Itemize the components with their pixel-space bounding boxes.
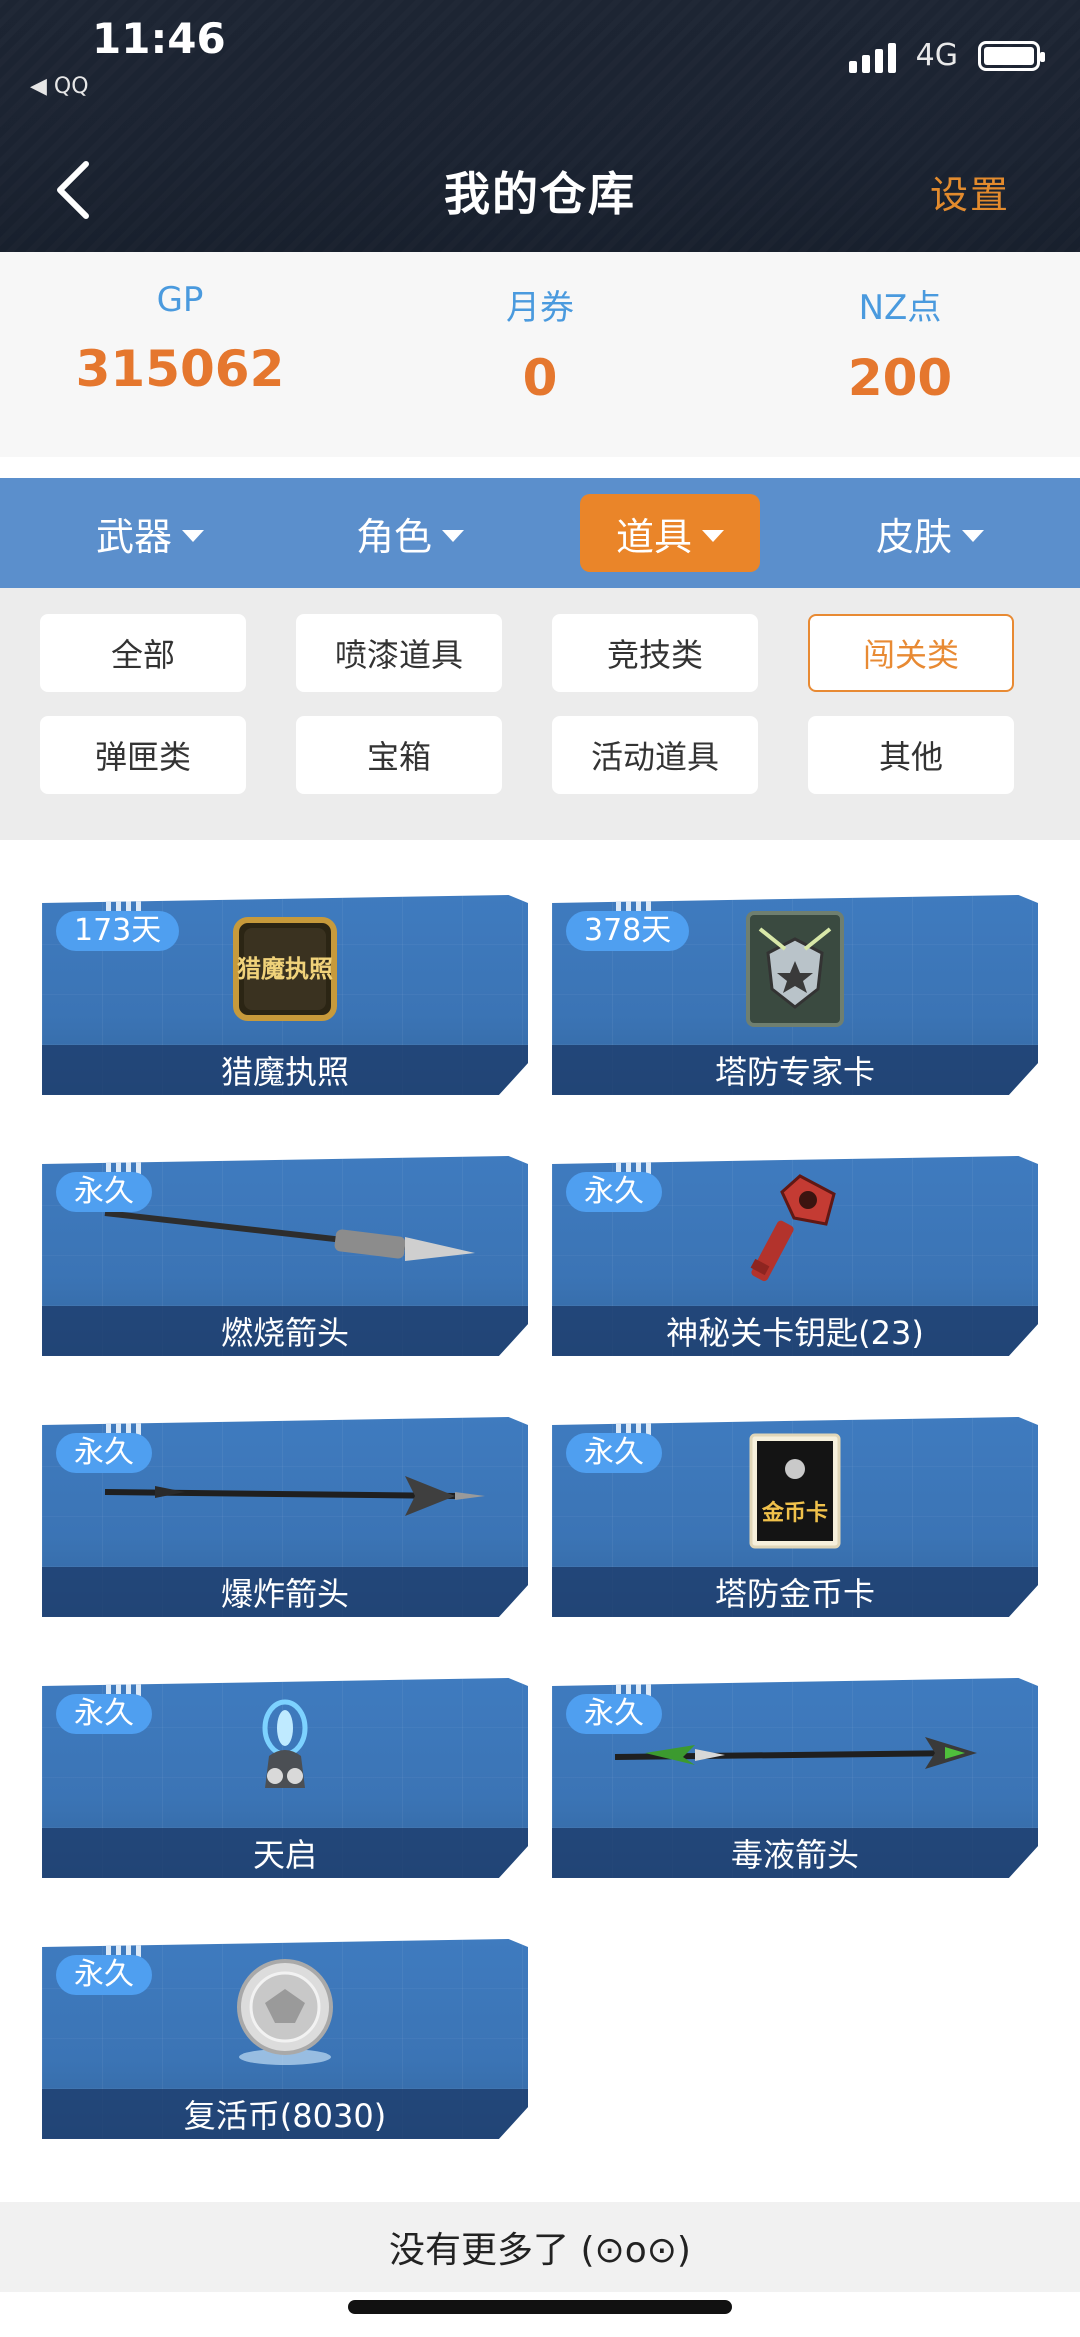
currency-summary: GP 315062 月券 0 NZ点 200 bbox=[0, 252, 1080, 457]
currency-value: 315062 bbox=[75, 340, 285, 398]
item-duration-badge: 永久 bbox=[56, 1172, 152, 1212]
status-indicators: 4G bbox=[848, 38, 1045, 73]
item-card[interactable]: 永久 毒液箭头 bbox=[552, 1678, 1038, 1878]
battery-icon bbox=[978, 40, 1045, 71]
filter-stage[interactable]: 闯关类 bbox=[808, 614, 1014, 692]
tab-label: 道具 bbox=[615, 514, 692, 559]
tab-items[interactable]: 道具 bbox=[580, 494, 760, 572]
filter-magazine[interactable]: 弹匣类 bbox=[40, 716, 246, 794]
caret-down-icon bbox=[702, 530, 724, 542]
item-card[interactable]: 金币卡 永久 塔防金币卡 bbox=[552, 1417, 1038, 1617]
page-title: 我的仓库 bbox=[444, 167, 636, 221]
currency-nz: NZ点 200 bbox=[720, 252, 1080, 457]
end-of-list-message: 没有更多了 (⊙o⊙) bbox=[0, 2202, 1080, 2292]
item-duration-badge: 378天 bbox=[566, 911, 690, 951]
item-duration-badge: 永久 bbox=[566, 1433, 662, 1473]
currency-label: GP bbox=[156, 280, 204, 320]
gold-card-icon-label: 金币卡 bbox=[761, 1501, 828, 1526]
filter-other[interactable]: 其他 bbox=[808, 716, 1014, 794]
tab-label: 皮肤 bbox=[875, 514, 952, 559]
item-duration-badge: 永久 bbox=[56, 1694, 152, 1734]
item-name: 猎魔执照 bbox=[42, 1045, 528, 1095]
filter-grid: 全部 喷漆道具 竞技类 闯关类 弹匣类 宝箱 活动道具 其他 bbox=[0, 588, 1080, 840]
item-duration-badge: 永久 bbox=[566, 1694, 662, 1734]
tab-weapons[interactable]: 武器 bbox=[60, 494, 240, 572]
tab-label: 角色 bbox=[355, 514, 432, 559]
item-card[interactable]: 永久 神秘关卡钥匙(23) bbox=[552, 1156, 1038, 1356]
caret-down-icon bbox=[962, 530, 984, 542]
filter-event[interactable]: 活动道具 bbox=[552, 716, 758, 794]
header: 11:46 ◀ QQ 4G 我的仓库 设置 bbox=[0, 0, 1080, 252]
currency-value: 200 bbox=[847, 349, 953, 407]
back-to-app-link[interactable]: ◀ QQ bbox=[30, 74, 89, 99]
license-icon-label: 猎魔执照 bbox=[237, 955, 333, 983]
currency-label: NZ点 bbox=[858, 288, 942, 328]
home-indicator[interactable] bbox=[348, 2300, 732, 2314]
status-time: 11:46 bbox=[92, 14, 226, 63]
network-label: 4G bbox=[915, 38, 958, 73]
item-card[interactable]: 永久 复活币(8030) bbox=[42, 1939, 528, 2139]
item-name: 毒液箭头 bbox=[552, 1828, 1038, 1878]
item-card[interactable]: 永久 爆炸箭头 bbox=[42, 1417, 528, 1617]
item-card[interactable]: 永久 天启 bbox=[42, 1678, 528, 1878]
item-card[interactable]: 378天 塔防专家卡 bbox=[552, 895, 1038, 1095]
back-button[interactable] bbox=[52, 160, 96, 220]
item-name: 燃烧箭头 bbox=[42, 1306, 528, 1356]
category-tabs: 武器 角色 道具 皮肤 bbox=[0, 478, 1080, 588]
item-duration-badge: 永久 bbox=[566, 1172, 662, 1212]
currency-value: 0 bbox=[522, 349, 558, 407]
filter-chest[interactable]: 宝箱 bbox=[296, 716, 502, 794]
tab-label: 武器 bbox=[95, 514, 172, 559]
tab-skins[interactable]: 皮肤 bbox=[840, 494, 1020, 572]
currency-voucher: 月券 0 bbox=[360, 252, 720, 457]
filter-spray[interactable]: 喷漆道具 bbox=[296, 614, 502, 692]
item-name: 塔防专家卡 bbox=[552, 1045, 1038, 1095]
item-duration-badge: 永久 bbox=[56, 1955, 152, 1995]
item-card[interactable]: 永久 燃烧箭头 bbox=[42, 1156, 528, 1356]
settings-button[interactable]: 设置 bbox=[930, 164, 1010, 219]
chevron-left-icon bbox=[57, 161, 89, 219]
item-name: 塔防金币卡 bbox=[552, 1567, 1038, 1617]
currency-gp: GP 315062 bbox=[0, 252, 360, 457]
item-name: 复活币(8030) bbox=[42, 2089, 528, 2139]
currency-label: 月券 bbox=[506, 288, 574, 328]
item-name: 爆炸箭头 bbox=[42, 1567, 528, 1617]
tab-characters[interactable]: 角色 bbox=[320, 494, 500, 572]
item-duration-badge: 173天 bbox=[56, 911, 180, 951]
item-grid: 猎魔执照 173天 猎魔执照 378天 塔防专家卡 永久 燃烧箭头 永久 神秘关… bbox=[0, 840, 1080, 2200]
item-name: 天启 bbox=[42, 1828, 528, 1878]
item-card[interactable]: 猎魔执照 173天 猎魔执照 bbox=[42, 895, 528, 1095]
caret-down-icon bbox=[442, 530, 464, 542]
signal-icon bbox=[848, 39, 896, 73]
item-name: 神秘关卡钥匙(23) bbox=[552, 1306, 1038, 1356]
filter-competitive[interactable]: 竞技类 bbox=[552, 614, 758, 692]
caret-down-icon bbox=[182, 530, 204, 542]
filter-all[interactable]: 全部 bbox=[40, 614, 246, 692]
item-duration-badge: 永久 bbox=[56, 1433, 152, 1473]
